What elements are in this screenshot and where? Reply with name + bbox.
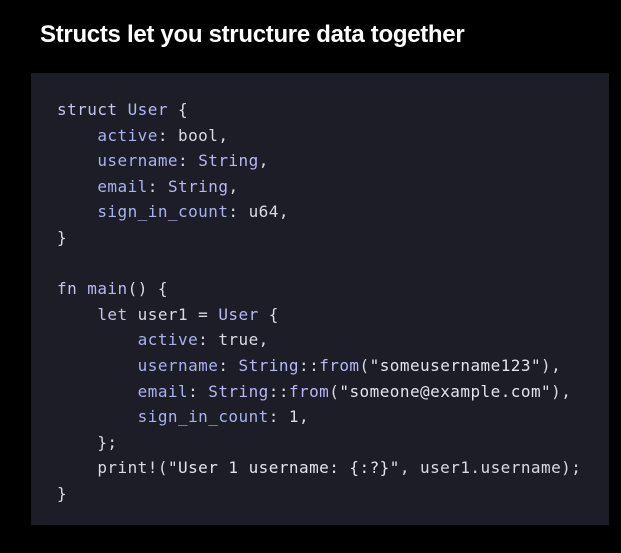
code-token: sign_in_count	[137, 407, 269, 427]
code-token: }	[57, 227, 68, 247]
code-token: user1 =	[127, 304, 219, 324]
code-token: struct	[57, 100, 118, 119]
code-token: }	[57, 483, 68, 503]
code-token: :	[188, 381, 209, 401]
code-token: username	[97, 151, 179, 171]
code-token: sign_in_count	[97, 202, 229, 222]
code-token: print!	[97, 458, 158, 478]
code-line: let user1 = User {	[57, 302, 609, 328]
code-token: active	[137, 330, 199, 350]
code-line: active: bool,	[57, 123, 609, 149]
code-token: ::	[299, 355, 320, 375]
code-token: ,	[228, 176, 239, 196]
code-token: String	[238, 355, 300, 375]
code-token: email	[97, 176, 148, 196]
code-token: () {	[127, 279, 168, 299]
code-token: (	[329, 381, 340, 401]
code-token: ,	[258, 151, 269, 171]
code-token: User	[218, 304, 259, 324]
code-token: User	[127, 100, 168, 119]
code-token: {	[167, 100, 189, 119]
code-token: String	[167, 176, 229, 196]
code-line: print!("User 1 username: {:?}", user1.us…	[57, 455, 609, 481]
code-token: ),	[541, 355, 562, 375]
code-line: email: String,	[57, 174, 609, 200]
code-token: username	[137, 355, 219, 375]
code-token: : bool,	[157, 125, 229, 145]
code-token: main	[87, 279, 128, 299]
code-line: email: String::from("someone@example.com…	[57, 379, 609, 405]
code-line: struct User {	[57, 97, 609, 123]
code-token: :	[218, 355, 239, 375]
code-token: String	[208, 381, 269, 401]
code-token: ::	[268, 381, 289, 401]
code-token: "someone@example.com"	[339, 381, 552, 401]
code-token: };	[97, 432, 118, 452]
code-token: : 1,	[268, 407, 310, 427]
code-token: : true,	[198, 330, 269, 350]
code-line: sign_in_count: 1,	[57, 404, 609, 430]
code-line: username: String::from("someusername123"…	[57, 353, 609, 379]
code-token: (	[157, 458, 168, 478]
code-token: : u64,	[228, 202, 289, 222]
code-block: struct User { active: bool, username: St…	[57, 97, 609, 507]
code-line: sign_in_count: u64,	[57, 199, 609, 225]
code-token: {	[258, 304, 279, 324]
code-token: from	[319, 355, 360, 375]
code-token: let	[97, 304, 128, 324]
code-token: :	[147, 176, 168, 196]
code-token: from	[288, 381, 330, 401]
code-token: , user1.username);	[399, 458, 582, 478]
code-token: active	[97, 125, 158, 145]
code-token: String	[198, 151, 259, 171]
code-token: ),	[551, 381, 572, 401]
code-token: email	[137, 381, 189, 401]
code-token: "User 1 username: {:?}"	[167, 458, 400, 478]
code-token: :	[178, 151, 199, 171]
code-line: username: String,	[57, 148, 609, 174]
code-token: "someusername123"	[369, 355, 542, 375]
code-line: active: true,	[57, 327, 609, 353]
code-token: fn	[57, 279, 78, 299]
slide-title: Structs let you structure data together	[40, 21, 465, 48]
code-token: (	[359, 355, 370, 375]
code-line: }	[57, 225, 609, 251]
code-panel: struct User { active: bool, username: St…	[31, 73, 609, 525]
code-line: }	[57, 481, 609, 507]
code-line: };	[57, 430, 609, 456]
code-line: fn main() {	[57, 276, 609, 302]
